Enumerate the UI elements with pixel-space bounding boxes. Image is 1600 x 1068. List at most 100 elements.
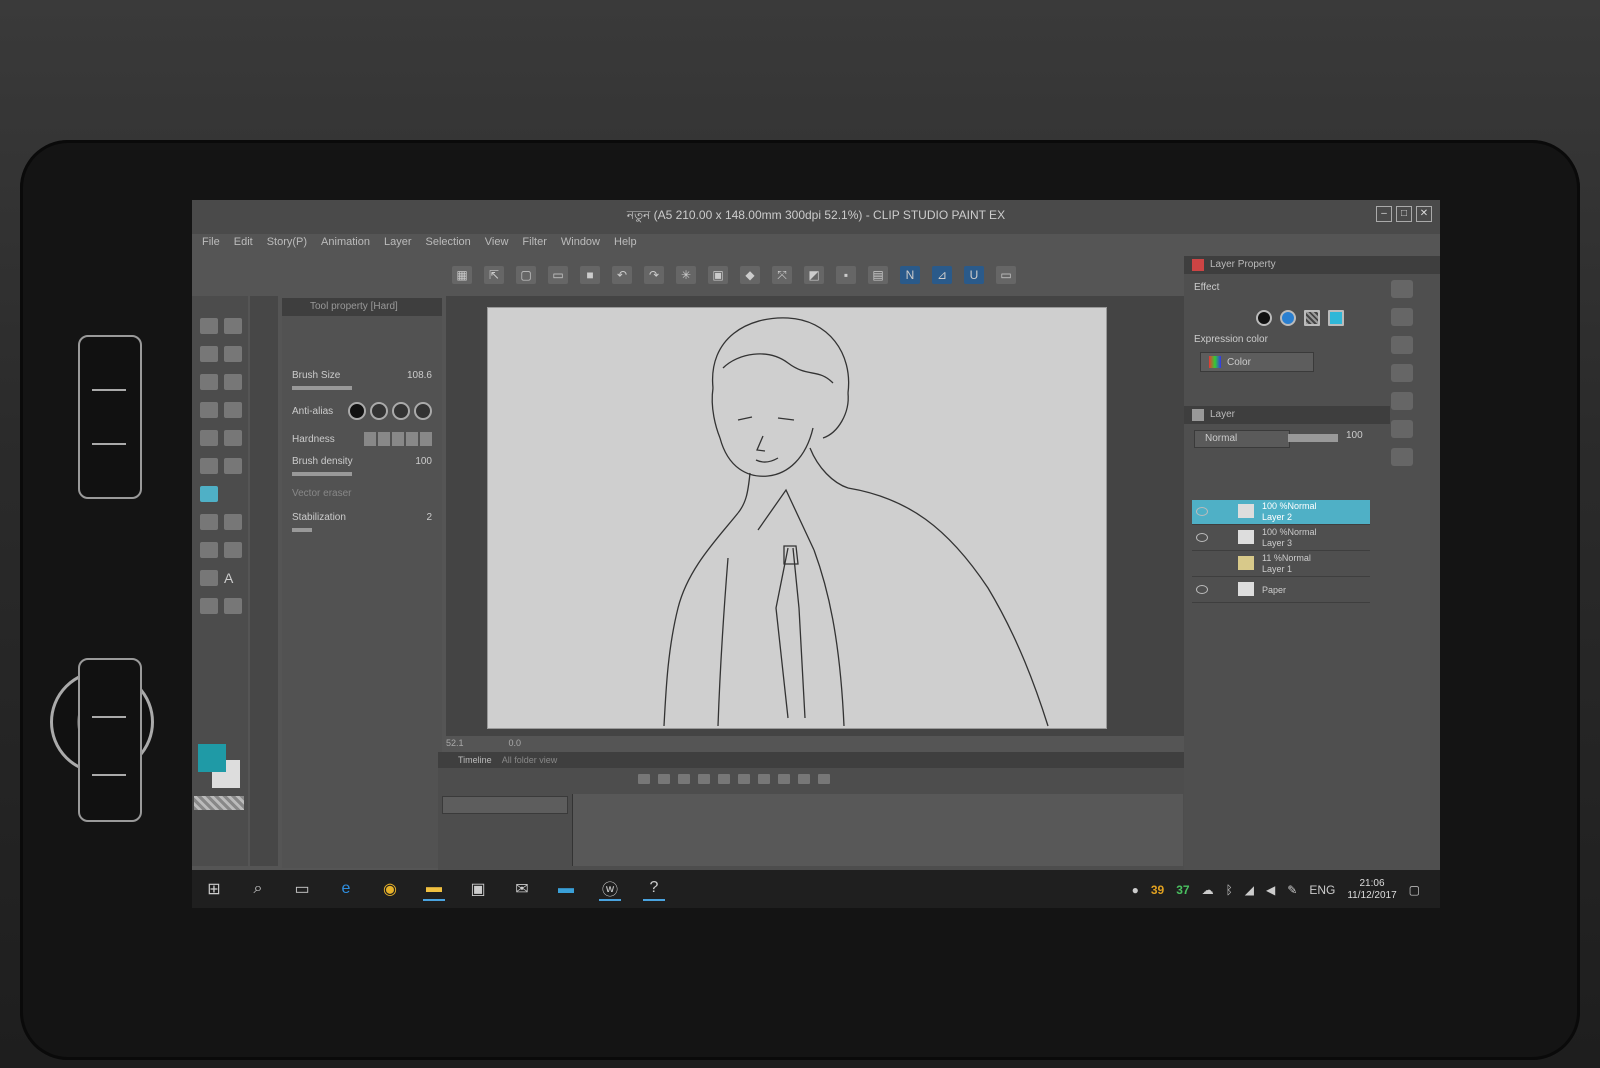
text-tool-icon[interactable]: A	[224, 570, 242, 586]
vector-eraser-label[interactable]: Vector eraser	[292, 488, 351, 499]
menu-window[interactable]: Window	[561, 236, 600, 258]
volume-icon[interactable]: ◀	[1266, 883, 1275, 897]
layer-row[interactable]: 100 %Normal Layer 2	[1192, 500, 1370, 525]
menu-story[interactable]: Story(P)	[267, 236, 307, 258]
brush-density-value[interactable]: 100	[415, 456, 432, 467]
layer-row[interactable]: 11 %Normal Layer 1	[1192, 552, 1370, 577]
chrome-icon[interactable]: ◉	[379, 878, 401, 900]
maximize-button[interactable]: □	[1396, 206, 1412, 222]
zoom-in-icon[interactable]	[698, 774, 710, 784]
menu-help[interactable]: Help	[614, 236, 637, 258]
action-center-icon[interactable]: ▢	[1409, 883, 1420, 897]
minimize-button[interactable]: –	[1376, 206, 1392, 222]
lasso-tool-icon[interactable]	[224, 374, 242, 390]
save-icon[interactable]: ■	[580, 266, 600, 284]
tray-badge-2[interactable]: 37	[1176, 883, 1189, 897]
last-frame-icon[interactable]	[798, 774, 810, 784]
close-button[interactable]: ✕	[1416, 206, 1432, 222]
wifi-icon[interactable]: ◢	[1245, 883, 1254, 897]
store-icon[interactable]: ▣	[467, 878, 489, 900]
navigator-icon[interactable]	[1391, 280, 1413, 298]
menu-view[interactable]: View	[485, 236, 509, 258]
pen-tool-icon[interactable]	[200, 430, 218, 446]
prev-frame-icon[interactable]	[738, 774, 750, 784]
brush-density-slider[interactable]	[292, 472, 352, 476]
snap-grid-icon[interactable]: U	[964, 266, 984, 284]
photos-icon[interactable]: ▬	[555, 878, 577, 900]
import-icon[interactable]: ⇱	[484, 266, 504, 284]
move-tool-icon[interactable]	[224, 346, 242, 362]
tray-badge-1[interactable]: 39	[1151, 883, 1164, 897]
close-panel-icon[interactable]	[1391, 448, 1413, 466]
loading-icon[interactable]: ✳	[676, 266, 696, 284]
drawing-canvas[interactable]	[488, 308, 1106, 728]
history-icon[interactable]	[1391, 336, 1413, 354]
redo-icon[interactable]: ↷	[644, 266, 664, 284]
effect-border-icon[interactable]	[1256, 310, 1272, 326]
clock[interactable]: 21:06 11/12/2017	[1347, 878, 1396, 902]
wacom-app-icon[interactable]: ⓦ	[599, 877, 621, 901]
frame-tool-icon[interactable]	[224, 542, 242, 558]
hand-tool-icon[interactable]	[224, 318, 242, 334]
transparent-color-swatch[interactable]	[194, 796, 244, 810]
layer-property-dock-icon[interactable]	[1391, 364, 1413, 382]
start-icon[interactable]: ⊞	[203, 878, 225, 900]
eye-icon[interactable]	[1196, 507, 1208, 516]
eraser-tool-icon[interactable]	[200, 486, 218, 502]
tab-timeline[interactable]: Timeline	[458, 755, 492, 765]
stabilization-slider[interactable]	[292, 528, 312, 532]
pencil-tool-icon[interactable]	[224, 430, 242, 446]
expression-color-select[interactable]: Color	[1200, 352, 1314, 372]
effect-layer-color-icon[interactable]	[1328, 310, 1344, 326]
timeline-dropdown[interactable]	[442, 796, 568, 814]
screen-icon[interactable]: ▭	[996, 266, 1016, 284]
material-icon[interactable]	[1391, 420, 1413, 438]
ruler-tool-icon[interactable]	[200, 570, 218, 586]
zoom-tool-icon[interactable]	[200, 318, 218, 334]
cloud-icon[interactable]: ☁	[1202, 883, 1214, 897]
layer-dock-icon[interactable]	[1391, 392, 1413, 410]
hardness-options[interactable]	[364, 432, 432, 446]
ruler-icon[interactable]: ▤	[868, 266, 888, 284]
effect-tone-icon[interactable]	[1304, 310, 1320, 326]
effect-watercolor-icon[interactable]	[1280, 310, 1296, 326]
zoom-out-icon[interactable]	[678, 774, 690, 784]
menu-edit[interactable]: Edit	[234, 236, 253, 258]
snap-special-icon[interactable]: ⊿	[932, 266, 952, 284]
info-icon[interactable]	[1391, 308, 1413, 326]
brush-tool-icon[interactable]	[200, 458, 218, 474]
blend-tool-icon[interactable]	[200, 514, 218, 530]
antialias-options[interactable]	[348, 402, 432, 420]
mail-icon[interactable]: ✉	[511, 878, 533, 900]
airbrush-tool-icon[interactable]	[224, 458, 242, 474]
clip-studio-icon[interactable]: ?	[643, 877, 665, 901]
balloon-tool-icon[interactable]	[200, 598, 218, 614]
zoom-value[interactable]: 52.1	[446, 738, 464, 748]
eyedropper-tool-icon[interactable]	[200, 402, 218, 418]
stabilization-value[interactable]: 2	[426, 512, 432, 523]
bluetooth-icon[interactable]: ᛒ	[1226, 883, 1233, 897]
opacity-value[interactable]: 100	[1346, 430, 1363, 441]
wand-tool-icon[interactable]	[224, 402, 242, 418]
express-key-top[interactable]	[78, 335, 142, 499]
figure-tool-icon[interactable]	[200, 542, 218, 558]
operation-tool-icon[interactable]	[200, 346, 218, 362]
eye-icon[interactable]	[1196, 533, 1208, 542]
opacity-slider[interactable]	[1288, 434, 1338, 442]
transform-icon[interactable]: ⤧	[772, 266, 792, 284]
pen-icon[interactable]: ✎	[1287, 883, 1297, 897]
open-folder-icon[interactable]: ▭	[548, 266, 568, 284]
brush-size-value[interactable]: 108.6	[407, 370, 432, 381]
snap-icon[interactable]: ◩	[804, 266, 824, 284]
tab-all-folder-view[interactable]: All folder view	[502, 755, 558, 765]
lock-icon[interactable]: ▣	[708, 266, 728, 284]
layer-row[interactable]: Paper	[1192, 578, 1370, 603]
main-color-swatch[interactable]	[198, 744, 226, 772]
brush-size-slider[interactable]	[292, 386, 352, 390]
first-frame-icon[interactable]	[718, 774, 730, 784]
selection-tool-icon[interactable]	[200, 374, 218, 390]
menu-selection[interactable]: Selection	[426, 236, 471, 258]
edit-timeline-icon[interactable]	[658, 774, 670, 784]
menu-filter[interactable]: Filter	[522, 236, 546, 258]
new-timeline-icon[interactable]	[638, 774, 650, 784]
